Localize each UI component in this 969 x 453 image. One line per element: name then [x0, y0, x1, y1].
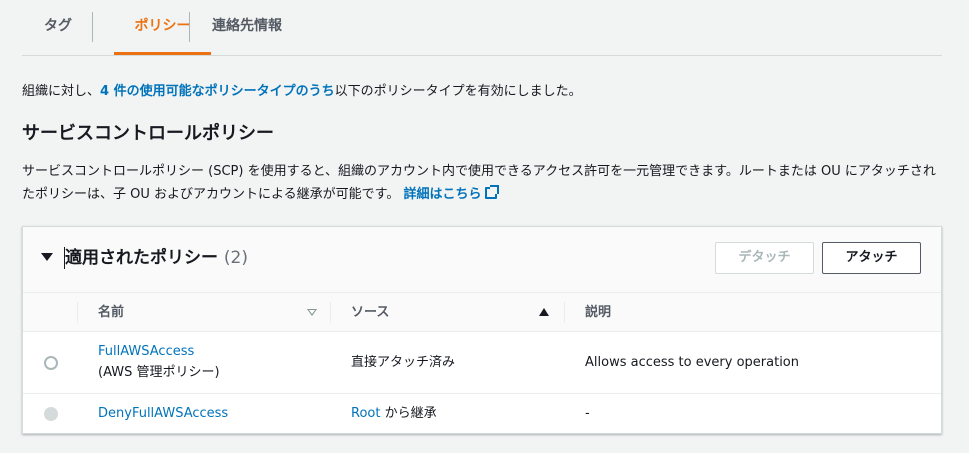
column-divider: [330, 302, 331, 323]
panel-count: (2): [223, 248, 249, 268]
source-text: から継承: [380, 406, 437, 421]
external-link-icon: [485, 185, 500, 199]
learn-more-link[interactable]: 詳細はこちら: [403, 185, 500, 202]
column-header-source[interactable]: ソース: [351, 293, 389, 332]
table-row[interactable]: DenyFullAWSAccess Root から継承 -: [23, 394, 941, 434]
tab-contact-info[interactable]: 連絡先情報: [212, 0, 282, 55]
tab-tags[interactable]: タグ: [44, 0, 72, 55]
policy-types-link[interactable]: 4 件の使用可能なポリシータイプのうち: [100, 84, 335, 99]
policy-name-link[interactable]: DenyFullAWSAccess: [98, 404, 228, 424]
sort-desc-icon[interactable]: [307, 309, 317, 316]
column-header-name[interactable]: 名前: [98, 293, 124, 332]
applied-policies-panel: 適用されたポリシー (2) デタッチ アタッチ 名前 ソース 説明 FullAW…: [22, 226, 942, 434]
policy-description: -: [585, 406, 590, 421]
learn-more-label: 詳細はこちら: [403, 187, 482, 202]
intro-text: 組織に対し、4 件の使用可能なポリシータイプのうち以下のポリシータイプを有効にし…: [22, 82, 582, 102]
intro-suffix: 以下のポリシータイプを有効にしました。: [334, 84, 582, 99]
panel-title-text: 適用されたポリシー: [65, 248, 218, 268]
source-text: 直接アタッチ済み: [351, 355, 456, 370]
caret-down-icon[interactable]: [41, 253, 53, 261]
panel-title[interactable]: 適用されたポリシー (2): [65, 245, 248, 271]
tab-policies[interactable]: ポリシー: [114, 0, 211, 55]
tab-divider: [189, 12, 190, 42]
attach-button[interactable]: アタッチ: [822, 242, 921, 274]
section-description: サービスコントロールポリシー (SCP) を使用すると、組織のアカウント内で使用…: [22, 160, 937, 206]
section-title: サービスコントロールポリシー: [22, 123, 274, 144]
intro-prefix: 組織に対し、: [22, 84, 101, 99]
panel-header: 適用されたポリシー (2) デタッチ アタッチ: [23, 227, 941, 293]
policy-type-label: (AWS 管理ポリシー): [98, 365, 220, 380]
policy-description: Allows access to every operation: [585, 355, 800, 370]
policy-source: 直接アタッチ済み: [351, 353, 455, 373]
table-row[interactable]: FullAWSAccess (AWS 管理ポリシー) 直接アタッチ済み Allo…: [23, 332, 941, 394]
tab-bar: タグ ポリシー 連絡先情報: [22, 0, 942, 56]
column-divider: [77, 302, 78, 323]
column-header-description: 説明: [585, 305, 612, 320]
tab-divider: [92, 12, 93, 42]
radio-icon: [44, 407, 58, 421]
policy-name-link[interactable]: FullAWSAccess: [98, 342, 194, 362]
table-header: 名前 ソース 説明: [23, 293, 941, 332]
radio-icon[interactable]: [44, 356, 58, 370]
detach-button[interactable]: デタッチ: [715, 242, 814, 274]
source-link[interactable]: Root: [351, 406, 380, 421]
column-divider: [564, 302, 565, 323]
policy-source: Root から継承: [351, 404, 437, 424]
sort-asc-icon[interactable]: [539, 308, 549, 316]
